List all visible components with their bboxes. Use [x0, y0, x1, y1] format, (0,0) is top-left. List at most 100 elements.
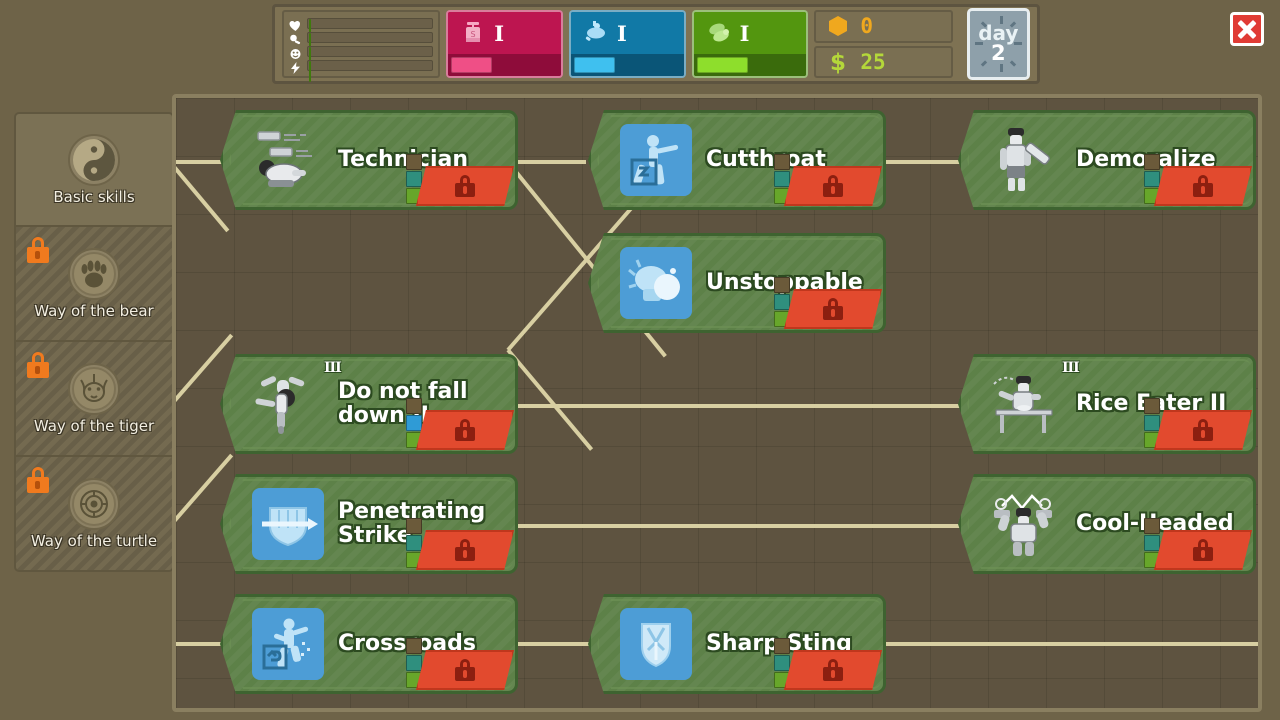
padlock-icon — [1193, 419, 1213, 441]
heart-icon — [289, 17, 302, 31]
mood-icon — [289, 45, 302, 59]
throat-strike-icon — [620, 124, 692, 196]
fighter-sprite-icon — [250, 124, 324, 196]
charging-icon — [620, 247, 692, 319]
padlock-icon — [823, 298, 843, 320]
skill-node-cool-headed[interactable]: Cool-Headed — [958, 474, 1256, 574]
skill-lock-banner[interactable] — [784, 650, 882, 690]
connector-line — [508, 524, 974, 528]
tiger-head-icon — [68, 362, 120, 415]
day-clock[interactable]: day 2 — [966, 8, 1031, 80]
svg-text:S: S — [471, 30, 476, 39]
skill-node-crossroads[interactable]: Crossroads — [220, 594, 518, 694]
connector-line — [876, 642, 1258, 646]
punching-bag-icon: S — [460, 20, 486, 46]
skill-lock-banner[interactable] — [416, 530, 514, 570]
padlock-icon — [455, 539, 475, 561]
skill-node-unstoppable[interactable]: Unstoppable — [588, 233, 886, 333]
token-row: 0 — [814, 10, 953, 43]
endurance-meter-row — [693, 54, 807, 76]
stat-card-agility[interactable]: I — [568, 10, 686, 78]
currency-panel: 0 $ 25 — [814, 10, 953, 78]
skill-lock-banner[interactable] — [416, 650, 514, 690]
connector-line — [876, 160, 962, 164]
agility-meter-row — [570, 54, 684, 76]
token-value: 0 — [860, 14, 873, 39]
padlock-icon — [1193, 539, 1213, 561]
sidebar-item-way-of-the-turtle[interactable]: Way of the turtle — [14, 457, 174, 572]
status-hud: S I I I 0 $ 25 day 2 — [272, 4, 1040, 84]
skill-lock-banner[interactable] — [784, 166, 882, 206]
turning-path-icon — [252, 608, 324, 680]
skill-node-cutthroat[interactable]: Cutthroat — [588, 110, 886, 210]
sidebar-item-label: Basic skills — [53, 187, 135, 206]
sidebar-item-basic-skills[interactable]: Basic skills — [14, 112, 174, 227]
vital-bar-mood — [289, 45, 434, 68]
padlock-icon — [26, 352, 50, 378]
health-bar-track — [307, 17, 434, 40]
dollar-icon: $ — [826, 50, 850, 76]
yin-yang-icon — [68, 133, 120, 186]
energy-bar-track — [307, 59, 434, 82]
padlock-icon — [455, 419, 475, 441]
day-number: 2 — [991, 41, 1006, 65]
skill-lock-banner[interactable] — [416, 166, 514, 206]
close-button[interactable] — [1230, 12, 1264, 46]
skill-lock-banner[interactable] — [1154, 410, 1252, 450]
lifting-dumbbells-icon — [988, 488, 1062, 560]
padlock-icon — [823, 175, 843, 197]
strength-level: I — [494, 20, 505, 46]
sidebar-item-label: Way of the turtle — [30, 531, 158, 550]
strength-top: S I — [448, 12, 561, 54]
token-icon — [826, 14, 850, 38]
boxing-gloves-icon — [706, 20, 732, 46]
skill-lock-banner[interactable] — [784, 289, 882, 329]
skill-lock-banner[interactable] — [1154, 530, 1252, 570]
connector-line — [176, 160, 222, 164]
strength-meter-row — [448, 54, 561, 76]
skill-category-sidebar: Basic skills Way of the bear Way of the … — [14, 112, 174, 572]
bear-paw-icon — [68, 247, 120, 300]
skill-node-penetrating-strike[interactable]: Penetrating Strike — [220, 474, 518, 574]
padlock-icon — [1193, 175, 1213, 197]
vital-bar-health — [289, 17, 434, 40]
connector-line — [508, 404, 974, 408]
stat-card-endurance[interactable]: I — [691, 10, 809, 78]
hunger-bar-track — [307, 31, 434, 54]
skill-lock-banner[interactable] — [416, 410, 514, 450]
padlock-icon — [455, 175, 475, 197]
endurance-level: I — [739, 20, 750, 46]
sidebar-item-label: Way of the bear — [34, 301, 154, 320]
drumstick-icon — [289, 31, 302, 45]
vital-bar-energy — [289, 59, 434, 82]
agility-level: I — [616, 20, 627, 46]
pierce-shield-icon — [252, 488, 324, 560]
skill-node-rice-eater-ii[interactable]: III Rice Eater II — [958, 354, 1256, 454]
stat-card-strength[interactable]: S I — [446, 10, 563, 78]
skill-lock-banner[interactable] — [1154, 166, 1252, 206]
money-value: 25 — [860, 49, 886, 74]
sting-shield-icon — [620, 608, 692, 680]
fighter-with-bat-icon — [988, 124, 1062, 196]
skill-tree-panel: Technician Cutthroat III Do not fall dow… — [172, 94, 1262, 712]
agility-top: I — [570, 12, 684, 54]
padlock-icon — [455, 659, 475, 681]
sidebar-item-way-of-the-tiger[interactable]: Way of the tiger — [14, 342, 174, 457]
speed-bag-icon — [583, 20, 609, 46]
energy-icon — [289, 59, 302, 74]
skill-node-demoralize[interactable]: Demoralize — [958, 110, 1256, 210]
skill-node-sharp-sting[interactable]: Sharp Sting — [588, 594, 886, 694]
skill-node-do-not-fall-down-ii[interactable]: III Do not fall down II — [220, 354, 518, 454]
mood-bar-track — [307, 45, 434, 68]
sidebar-item-label: Way of the tiger — [33, 416, 155, 435]
sidebar-item-way-of-the-bear[interactable]: Way of the bear — [14, 227, 174, 342]
endurance-top: I — [693, 12, 807, 54]
eating-at-table-icon — [988, 368, 1062, 440]
vital-bars-panel — [282, 10, 441, 82]
connector-line — [176, 642, 222, 646]
svg-text:$: $ — [830, 50, 846, 74]
padlock-icon — [823, 659, 843, 681]
padlock-icon — [26, 467, 50, 493]
skill-node-technician[interactable]: Technician — [220, 110, 518, 210]
turtle-shell-icon — [68, 477, 120, 530]
